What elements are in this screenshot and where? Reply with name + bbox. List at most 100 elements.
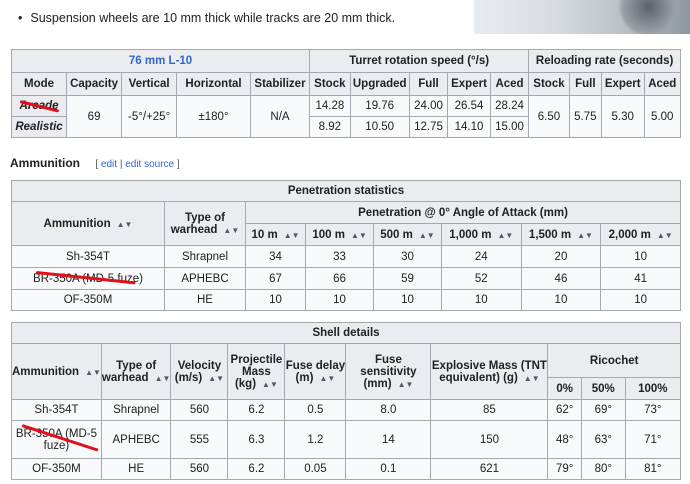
horizontal-value: ±180° <box>176 95 251 138</box>
table-row: OF-350M HE 560 6.2 0.05 0.1 621 79° 80° … <box>11 458 682 480</box>
sort-arrows-icon[interactable]: ▲▼ <box>524 374 540 383</box>
pen-value: 20 <box>520 245 602 268</box>
edit-links: [ edit | edit source ] <box>95 159 179 170</box>
col-turret-upgraded: Upgraded <box>349 72 410 96</box>
col-vertical: Vertical <box>121 72 178 96</box>
pen-value: 59 <box>373 267 442 290</box>
shell-delay: 0.5 <box>284 399 347 421</box>
pen-dist-100[interactable]: 100 m ▲▼ <box>305 223 375 246</box>
col-mode: Mode <box>10 72 68 96</box>
ricochet-100: 100% <box>624 377 682 400</box>
pen-value: 41 <box>600 267 681 290</box>
shell-ammo-name: OF-350M <box>11 458 102 480</box>
sort-arrows-icon[interactable]: ▲▼ <box>208 374 224 383</box>
realistic-turret-expert: 14.10 <box>447 116 491 138</box>
shell-ricochet: 48° <box>547 420 582 459</box>
table-row: OF-350M HE 10 10 10 10 10 10 <box>11 289 681 311</box>
bracket-open: [ <box>95 159 99 170</box>
sort-arrows-icon[interactable]: ▲▼ <box>351 231 367 240</box>
shell-delay: 1.2 <box>284 420 347 459</box>
sort-arrows-icon[interactable]: ▲▼ <box>284 231 300 240</box>
vertical-value: -5°/+25° <box>121 95 178 138</box>
pen-col-ammunition[interactable]: Ammunition ▲▼ <box>11 201 165 246</box>
shell-col-explosive[interactable]: Explosive Mass (TNT equivalent) (g) ▲▼ <box>430 343 549 400</box>
realistic-turret-aced: 15.00 <box>489 116 530 138</box>
edit-link[interactable]: edit <box>101 159 117 170</box>
sort-arrows-icon[interactable]: ▲▼ <box>155 374 171 383</box>
shell-explosive: 85 <box>430 399 549 421</box>
pen-ammo-type: APHEBC <box>164 267 246 290</box>
pen-col-type[interactable]: Type of warhead ▲▼ <box>164 201 246 246</box>
pen-value: 34 <box>244 245 307 268</box>
pen-dist-10[interactable]: 10 m ▲▼ <box>244 223 307 246</box>
realistic-turret-upgraded: 10.50 <box>349 116 410 138</box>
gun-name[interactable]: 76 mm L-10 <box>10 49 311 73</box>
sort-arrows-icon[interactable]: ▲▼ <box>262 380 278 389</box>
pen-dist-1000[interactable]: 1,000 m ▲▼ <box>440 223 522 246</box>
pen-value: 24 <box>440 245 522 268</box>
shell-velocity: 560 <box>170 399 229 421</box>
sort-arrows-icon[interactable]: ▲▼ <box>577 231 593 240</box>
pen-value: 33 <box>305 245 375 268</box>
col-turret-expert: Expert <box>447 72 491 96</box>
table-row: Sh-354T Shrapnel 560 6.2 0.5 8.0 85 62° … <box>11 399 682 421</box>
arcade-turret-expert: 26.54 <box>447 95 491 117</box>
pen-value: 10 <box>600 289 681 311</box>
sort-arrows-icon[interactable]: ▲▼ <box>497 231 513 240</box>
shell-col-mass[interactable]: Projectile Mass (kg) ▲▼ <box>227 343 286 400</box>
shell-sensitivity: 0.1 <box>345 458 432 480</box>
col-stabilizer: Stabilizer <box>249 72 311 96</box>
pen-ammo-name: OF-350M <box>11 289 165 311</box>
sort-arrows-icon[interactable]: ▲▼ <box>398 380 414 389</box>
shell-explosive: 621 <box>430 458 549 480</box>
shell-col-fuse-sensitivity[interactable]: Fuse sensitivity (mm) ▲▼ <box>345 343 432 400</box>
shell-col-label: Type of warhead <box>101 359 157 384</box>
shell-ammo-type: HE <box>100 458 172 480</box>
pen-value: 10 <box>600 245 681 268</box>
pen-dist-2000[interactable]: 2,000 m ▲▼ <box>600 223 681 246</box>
shell-col-ammunition[interactable]: Ammunition ▲▼ <box>11 343 102 400</box>
shell-velocity: 555 <box>170 420 229 459</box>
pen-dist-500[interactable]: 500 m ▲▼ <box>373 223 442 246</box>
ammunition-title: Ammunition <box>10 156 80 170</box>
pen-ammo-type: Shrapnel <box>164 245 246 268</box>
shell-ricochet: 80° <box>580 458 626 480</box>
shell-details-title: Shell details <box>11 322 681 344</box>
shell-details-table: Shell details Ammunition ▲▼ Type of warhe… <box>11 322 682 480</box>
penetration-table: Penetration statistics Ammunition ▲▼ Type… <box>11 180 681 311</box>
sort-arrows-icon[interactable]: ▲▼ <box>85 368 101 377</box>
pen-value: 10 <box>373 289 442 311</box>
pen-dist-label: 1,500 m <box>528 228 572 241</box>
arcade-turret-aced: 28.24 <box>489 95 530 117</box>
shell-ricochet: 71° <box>624 420 682 459</box>
col-reload-aced: Aced <box>643 72 681 96</box>
shell-col-velocity[interactable]: Velocity (m/s) ▲▼ <box>170 343 229 400</box>
suspension-bullet: Suspension wheels are 10 mm thick while … <box>18 11 395 25</box>
pen-col-type-label: Type of warhead <box>170 211 226 236</box>
ricochet-0: 0% <box>547 377 582 400</box>
edit-source-link[interactable]: edit source <box>125 159 174 170</box>
pen-dist-1500[interactable]: 1,500 m ▲▼ <box>520 223 602 246</box>
sort-arrows-icon[interactable]: ▲▼ <box>657 231 673 240</box>
pen-group-header: Penetration @ 0° Angle of Attack (mm) <box>245 201 681 224</box>
realistic-turret-stock: 8.92 <box>309 116 351 138</box>
realistic-turret-full: 12.75 <box>408 116 449 138</box>
mode-realistic: Realistic <box>10 116 68 138</box>
shell-col-fuse-delay[interactable]: Fuse delay (m) ▲▼ <box>284 343 347 400</box>
sort-arrows-icon[interactable]: ▲▼ <box>419 231 435 240</box>
table-row: Sh-354T Shrapnel 34 33 30 24 20 10 <box>11 245 681 268</box>
pen-col-ammunition-label: Ammunition <box>43 217 111 230</box>
shell-col-type[interactable]: Type of warhead ▲▼ <box>100 343 172 400</box>
sort-arrows-icon[interactable]: ▲▼ <box>223 226 239 235</box>
arcade-turret-full: 24.00 <box>408 95 449 117</box>
pen-value: 67 <box>244 267 307 290</box>
sort-arrows-icon[interactable]: ▲▼ <box>319 374 335 383</box>
col-reload-expert: Expert <box>600 72 645 96</box>
sort-arrows-icon[interactable]: ▲▼ <box>117 220 133 229</box>
pen-dist-label: 10 m <box>251 228 278 241</box>
pen-value: 52 <box>440 267 522 290</box>
shell-velocity: 560 <box>170 458 229 480</box>
col-horizontal: Horizontal <box>176 72 251 96</box>
col-turret-aced: Aced <box>489 72 530 96</box>
top-strip: Suspension wheels are 10 mm thick while … <box>0 0 690 40</box>
